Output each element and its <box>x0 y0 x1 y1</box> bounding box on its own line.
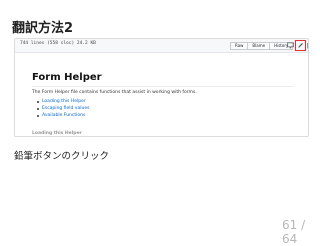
file-button-group: Raw Blame History <box>230 42 294 50</box>
blame-button[interactable]: Blame <box>247 42 271 50</box>
raw-button[interactable]: Raw <box>230 42 249 50</box>
doc-title: Form Helper <box>32 72 102 83</box>
doc-link-functions[interactable]: Available Functions <box>37 112 89 119</box>
doc-cut-heading: Loading this Helper <box>32 131 82 136</box>
file-info: 744 lines (558 sloc) 24.2 KB <box>20 41 96 46</box>
doc-link-escaping[interactable]: Escaping field values <box>37 105 89 112</box>
doc-intro: The Form Helper file contains functions … <box>32 90 197 95</box>
desktop-icon[interactable] <box>287 42 294 49</box>
trash-icon[interactable] <box>306 42 309 49</box>
page-number: 61 / 64 <box>282 218 306 246</box>
doc-title-rule <box>32 86 294 87</box>
doc-link-list: Loading this Helper Escaping field value… <box>37 98 89 119</box>
doc-link-loading[interactable]: Loading this Helper <box>37 98 89 105</box>
file-viewer: 744 lines (558 sloc) 24.2 KB Raw Blame H… <box>14 38 309 137</box>
slide-caption: 鉛筆ボタンのクリック <box>14 151 110 162</box>
pencil-highlight-box <box>295 40 306 51</box>
file-header: 744 lines (558 sloc) 24.2 KB Raw Blame H… <box>15 39 308 53</box>
pencil-icon[interactable] <box>297 42 304 49</box>
slide-title: 翻訳方法2 <box>12 21 74 36</box>
